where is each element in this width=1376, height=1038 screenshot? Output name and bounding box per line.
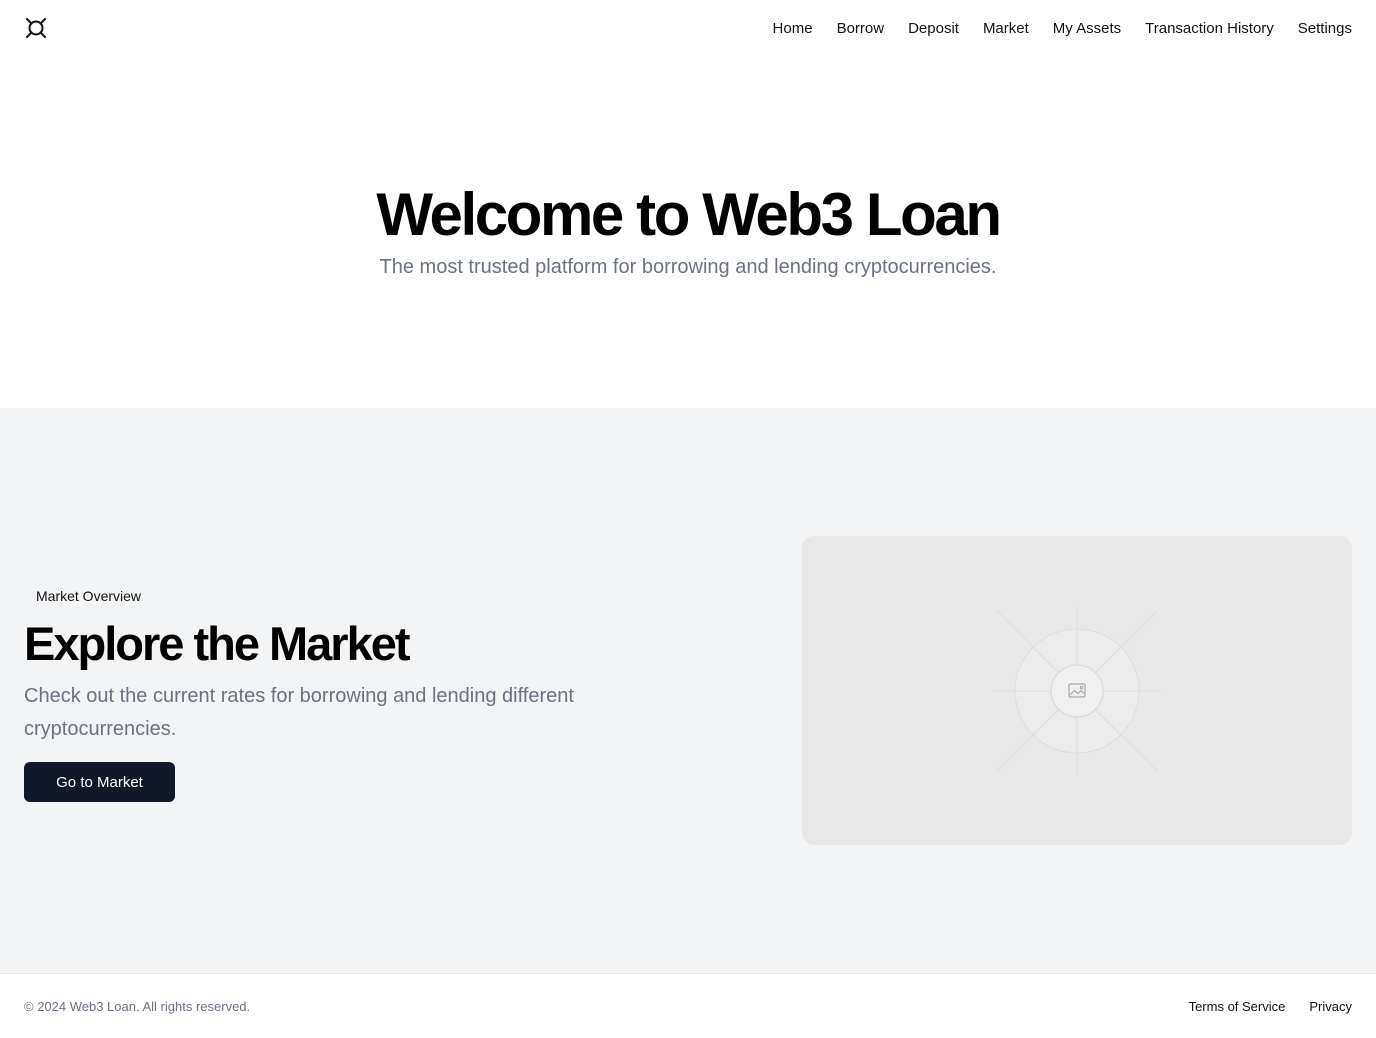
nav-transaction-history-link[interactable]: Transaction History: [1145, 20, 1274, 37]
nav-home-link[interactable]: Home: [773, 20, 813, 37]
site-footer: © 2024 Web3 Loan. All rights reserved. T…: [0, 973, 1376, 1038]
nav-my-assets-link[interactable]: My Assets: [1053, 20, 1121, 37]
copyright-text: © 2024 Web3 Loan. All rights reserved.: [24, 998, 251, 1014]
main-nav: Home Borrow Deposit Market My Assets Tra…: [773, 20, 1352, 37]
hero-title: Welcome to Web3 Loan: [376, 181, 1002, 248]
image-placeholder: [802, 536, 1352, 845]
nav-deposit-link[interactable]: Deposit: [908, 20, 959, 37]
aperture-logo-icon[interactable]: [24, 16, 48, 40]
footer-links: Terms of Service Privacy: [1189, 999, 1352, 1014]
nav-settings-link[interactable]: Settings: [1298, 20, 1352, 37]
terms-of-service-link[interactable]: Terms of Service: [1189, 999, 1286, 1014]
market-description: Check out the current rates for borrowin…: [24, 685, 574, 740]
go-to-market-button[interactable]: Go to Market: [24, 762, 175, 802]
site-header: Home Borrow Deposit Market My Assets Tra…: [0, 0, 1376, 56]
market-section: Market Overview Explore the Market Check…: [0, 408, 1376, 973]
nav-market-link[interactable]: Market: [983, 20, 1029, 37]
hero-subtitle: The most trusted platform for borrowing …: [379, 256, 997, 278]
placeholder-graphic: [992, 606, 1162, 776]
privacy-link[interactable]: Privacy: [1309, 999, 1352, 1014]
nav-borrow-link[interactable]: Borrow: [837, 20, 885, 37]
hero-section: Welcome to Web3 Loan The most trusted pl…: [0, 56, 1376, 408]
market-content: Market Overview Explore the Market Check…: [24, 584, 664, 802]
market-title: Explore the Market: [24, 617, 411, 670]
market-tagline: Market Overview: [24, 584, 154, 608]
